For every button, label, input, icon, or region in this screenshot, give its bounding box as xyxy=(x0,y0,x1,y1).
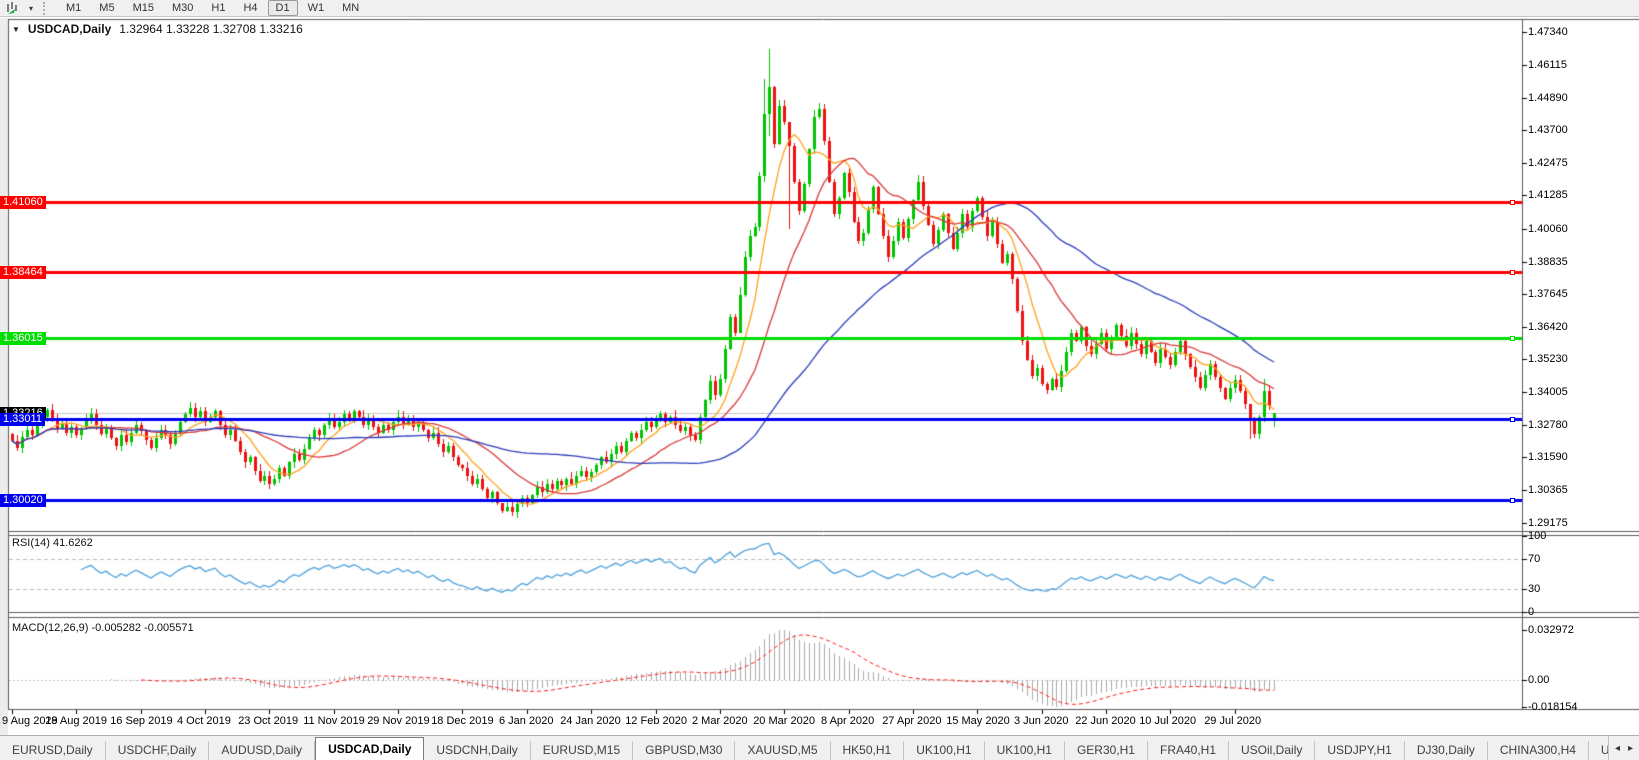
timeframe-button-D1[interactable]: D1 xyxy=(267,0,298,16)
chart-canvas[interactable] xyxy=(0,18,1639,735)
toolbar: ▾ M1 M5 M15 M30 H1 H4 D1 W1 MN xyxy=(0,0,1639,17)
symbol-tab-XAUUSD-M5[interactable]: XAUUSD,M5 xyxy=(735,741,831,760)
trendline-handle-right[interactable] xyxy=(1510,335,1515,341)
tab-scroll-right-button[interactable]: ▸ xyxy=(1628,743,1633,754)
tab-scroll-controls: ◂ ▸ xyxy=(1607,736,1639,760)
symbol-tab-GER30-H1[interactable]: GER30,H1 xyxy=(1065,741,1148,760)
symbol-tab-USDCAD-Daily[interactable]: USDCAD,Daily xyxy=(315,737,425,760)
trendline-handle-right[interactable] xyxy=(1510,416,1515,422)
symbol-tab-USDCNH-Daily[interactable]: USDCNH,Daily xyxy=(424,741,531,760)
ohlc-collapse-arrow-icon[interactable]: ▼ xyxy=(12,25,20,34)
symbol-tabbar: EURUSD,Daily USDCHF,Daily AUDUSD,Daily USDC… xyxy=(0,735,1639,760)
timeframe-button-W1[interactable]: W1 xyxy=(300,0,333,16)
tab-scroll-left-button[interactable]: ◂ xyxy=(1615,743,1620,754)
timeframe-button-H4[interactable]: H4 xyxy=(235,0,265,16)
timeframe-button-M30[interactable]: M30 xyxy=(164,0,201,16)
chart-tools-icon-glyph xyxy=(6,1,17,14)
timeframe-button-H1[interactable]: H1 xyxy=(203,0,233,16)
trendline-handle-left[interactable] xyxy=(7,199,12,205)
symbol-tab-list: EURUSD,Daily USDCHF,Daily AUDUSD,Daily USDC… xyxy=(0,736,1639,760)
trendline-handle-right[interactable] xyxy=(1510,199,1515,205)
chart-window: ▼ USDCAD,Daily 1.32964 1.33228 1.32708 1… xyxy=(0,18,1639,735)
symbol-tab-USDJPY-H1[interactable]: USDJPY,H1 xyxy=(1315,741,1405,760)
symbol-tab-AUDUSD-Daily[interactable]: AUDUSD,Daily xyxy=(209,741,316,760)
timeframe-button-M5[interactable]: M5 xyxy=(91,0,122,16)
chart-tools-icon[interactable] xyxy=(2,1,24,16)
symbol-tab-FRA40-H1[interactable]: FRA40,H1 xyxy=(1148,741,1230,760)
timeframe-button-M15[interactable]: M15 xyxy=(125,0,162,16)
trendline-handle-left[interactable] xyxy=(7,497,12,503)
trendline-handle-left[interactable] xyxy=(7,269,12,275)
symbol-tab-EURUSD-Daily[interactable]: EURUSD,Daily xyxy=(0,741,106,760)
timeframe-button-M1[interactable]: M1 xyxy=(58,0,89,16)
symbol-tab-UK100-H1[interactable]: UK100,H1 xyxy=(904,741,985,760)
symbol-tab-DJ30-Daily[interactable]: DJ30,Daily xyxy=(1405,741,1488,760)
symbol-tab-EURUSD-M15[interactable]: EURUSD,M15 xyxy=(531,741,634,760)
symbol-tab-CHINA300-H4[interactable]: CHINA300,H4 xyxy=(1488,741,1589,760)
timeframe-button-group: M1 M5 M15 M30 H1 H4 D1 W1 MN xyxy=(57,0,368,16)
timeframe-button-MN[interactable]: MN xyxy=(334,0,367,16)
symbol-tab-USDCHF-Daily[interactable]: USDCHF,Daily xyxy=(106,741,210,760)
symbol-tab-HK50-H1[interactable]: HK50,H1 xyxy=(831,741,905,760)
symbol-tab-UK100-H1[interactable]: UK100,H1 xyxy=(985,741,1065,760)
toolbar-grip[interactable] xyxy=(43,1,49,15)
symbol-tab-USOil-Daily[interactable]: USOil,Daily xyxy=(1229,741,1316,760)
chevron-down-icon[interactable]: ▾ xyxy=(24,4,38,13)
trendline-handle-right[interactable] xyxy=(1510,269,1515,275)
trendline-handle-right[interactable] xyxy=(1510,497,1515,503)
trendline-handle-left[interactable] xyxy=(7,335,12,341)
symbol-tab-GBPUSD-M30[interactable]: GBPUSD,M30 xyxy=(633,741,736,760)
trendline-handle-left[interactable] xyxy=(7,416,12,422)
